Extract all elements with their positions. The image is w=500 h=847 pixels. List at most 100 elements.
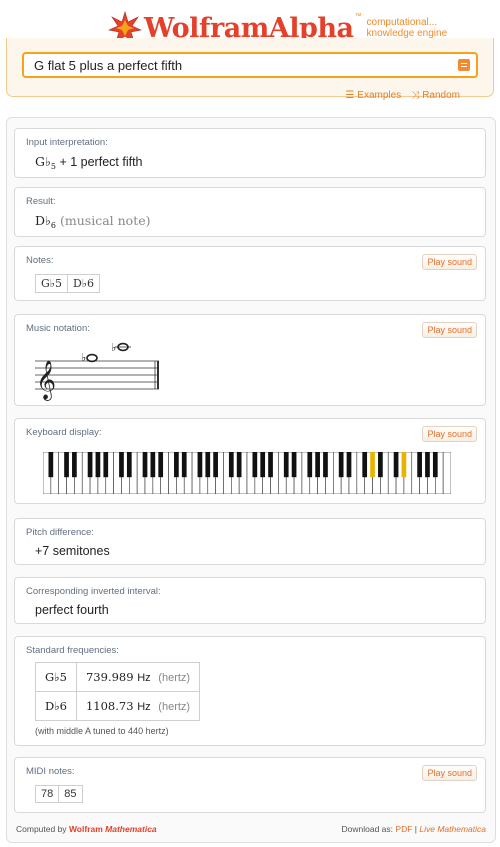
black-key	[323, 452, 328, 478]
midi-table: 78 85	[34, 785, 83, 803]
black-key	[307, 452, 313, 478]
black-key	[95, 452, 101, 478]
pod-input-interpretation: Input interpretation: G♭5 + 1 perfect fi…	[14, 128, 486, 178]
header: WolframAlpha ™ computational... knowledge…	[0, 0, 500, 108]
search-panel	[6, 38, 494, 97]
white-key	[442, 452, 451, 494]
search-input[interactable]	[24, 56, 458, 74]
black-key	[119, 452, 124, 478]
black-key	[425, 452, 430, 478]
pod-result: Result: D♭6 (musical note)	[14, 187, 486, 237]
play-sound-button[interactable]: Play sound	[422, 254, 477, 270]
frequency-footnote: (with middle A tuned to 440 hertz)	[35, 726, 169, 736]
random-link[interactable]: ⤨ Random	[411, 90, 460, 101]
random-label: Random	[422, 90, 460, 101]
black-key	[103, 452, 109, 478]
wolfram-link[interactable]: Wolfram	[69, 824, 103, 834]
svg-text:♭: ♭	[81, 351, 86, 364]
black-key	[283, 452, 289, 478]
notes-table: G♭5 D♭6	[35, 274, 101, 293]
pod-standard-frequencies: Standard frequencies: G♭5 739.989 Hz (he…	[14, 636, 486, 746]
pod-keyboard-display: Keyboard display: Play sound	[14, 418, 486, 504]
download-label: Download as:	[341, 824, 394, 834]
table-row: G♭5 739.989 Hz (hertz)	[35, 662, 201, 692]
black-key	[378, 452, 383, 478]
frequency-table: G♭5 739.989 Hz (hertz) D♭6 1108.73 Hz (h…	[35, 662, 201, 721]
note-cell: D♭6	[66, 274, 101, 293]
pdf-link[interactable]: PDF	[395, 824, 412, 834]
frequency-value: 739.989 Hz (hertz)	[75, 662, 201, 692]
input-interpretation-value: G♭5 + 1 perfect fifth	[35, 154, 143, 171]
black-key	[87, 452, 93, 478]
separator: |	[414, 824, 417, 834]
examples-label: Examples	[357, 90, 402, 101]
download-links: Download as: PDF | Live Mathematica	[342, 824, 486, 834]
svg-text:♭: ♭	[111, 341, 116, 354]
note-head	[86, 353, 98, 363]
black-key	[417, 452, 422, 478]
music-staff: 𝄞 ♭ ♭	[35, 341, 159, 401]
pitch-difference-value: +7 semitones	[35, 544, 110, 558]
frequency-value: 1108.73 Hz (hertz)	[75, 691, 201, 721]
list-icon: ☰	[345, 90, 355, 101]
black-key	[432, 452, 438, 478]
header-links: ☰ Examples ⤨ Random	[345, 90, 460, 101]
pod-title: Keyboard display:	[26, 427, 102, 438]
note-cell: G♭5	[35, 274, 68, 293]
black-key	[268, 452, 273, 478]
shuffle-icon: ⤨	[411, 90, 420, 101]
footer: Computed by Wolfram Mathematica Download…	[16, 824, 486, 834]
examples-link[interactable]: ☰ Examples	[345, 90, 401, 101]
black-key	[338, 452, 344, 478]
pod-title: Result:	[26, 196, 56, 207]
black-key	[236, 452, 242, 478]
tagline: computational... knowledge engine	[366, 17, 448, 39]
pod-midi-notes: MIDI notes: Play sound 78 85	[14, 757, 486, 813]
black-key	[142, 452, 148, 478]
black-key	[174, 452, 179, 478]
pod-music-notation: Music notation: Play sound 𝄞 ♭ ♭	[14, 314, 486, 406]
midi-cell: 78	[34, 785, 60, 803]
search-submit-icon[interactable]	[458, 59, 470, 71]
black-key	[64, 452, 69, 478]
play-sound-button[interactable]: Play sound	[422, 765, 477, 781]
pod-title: Standard frequencies:	[26, 645, 119, 656]
black-key	[205, 452, 211, 478]
black-key	[393, 452, 399, 478]
black-key	[260, 452, 266, 478]
computed-by-label: Computed by	[16, 824, 67, 834]
black-key	[150, 452, 156, 478]
table-row: D♭6 1108.73 Hz (hertz)	[35, 691, 201, 721]
pod-title: MIDI notes:	[26, 766, 75, 777]
pod-inverted-interval: Corresponding inverted interval: perfect…	[14, 577, 486, 624]
midi-cell: 85	[58, 785, 83, 803]
frequency-note: D♭6	[35, 691, 77, 721]
black-key	[315, 452, 320, 478]
trademark: ™	[354, 12, 362, 20]
black-key	[126, 452, 132, 478]
black-key	[362, 452, 368, 478]
black-key	[346, 452, 352, 478]
play-sound-button[interactable]: Play sound	[422, 426, 477, 442]
pod-pitch-difference: Pitch difference: +7 semitones	[14, 518, 486, 565]
pod-title: Music notation:	[26, 323, 90, 334]
frequency-note: G♭5	[35, 662, 77, 692]
mathematica-link[interactable]: Mathematica	[105, 824, 157, 834]
black-key	[213, 452, 218, 478]
black-key	[181, 452, 187, 478]
pod-title: Notes:	[26, 255, 54, 266]
piano-keyboard	[43, 452, 451, 494]
black-key	[252, 452, 258, 478]
pod-title: Pitch difference:	[26, 527, 94, 538]
play-sound-button[interactable]: Play sound	[422, 322, 477, 338]
pod-title: Input interpretation:	[26, 137, 108, 148]
treble-clef-icon: 𝄞	[36, 360, 56, 401]
pod-notes: Notes: Play sound G♭5 D♭6	[14, 246, 486, 301]
black-key	[72, 452, 77, 478]
live-mathematica-link[interactable]: Live Mathematica	[419, 824, 486, 834]
inverted-interval-value: perfect fourth	[35, 603, 109, 617]
result-value: D♭6 (musical note)	[35, 213, 151, 230]
black-key	[197, 452, 203, 478]
highlighted-key	[401, 452, 407, 478]
search-box	[22, 52, 478, 78]
